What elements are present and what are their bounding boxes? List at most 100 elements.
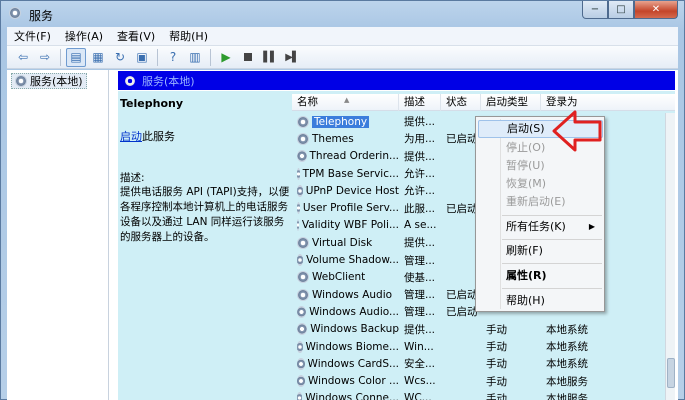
gear-icon — [297, 150, 307, 163]
service-name-cell: Windows Biome... — [292, 340, 399, 353]
toolbar-separator — [210, 48, 211, 66]
menu-item-resume: 恢复(M) — [506, 177, 547, 190]
menu-action[interactable]: 操作(A) — [58, 27, 110, 46]
gear-icon — [297, 115, 309, 128]
properties-icon[interactable]: ▦ — [88, 48, 108, 67]
vertical-scrollbar[interactable] — [665, 113, 675, 400]
banner-title: 服务(本地) — [142, 74, 195, 88]
gear-icon — [297, 323, 308, 336]
service-name-cell: Windows Audio... — [292, 305, 399, 318]
table-row[interactable]: Windows Color ... Wcs... 手动 本地服务 — [292, 372, 675, 389]
gear-icon — [297, 219, 299, 232]
start-service-line: 启动此服务 — [120, 128, 290, 144]
service-startup-cell: 手动 — [486, 358, 507, 371]
service-desc-cell: 提供... — [404, 116, 436, 129]
menu-separator — [502, 215, 602, 216]
table-row[interactable]: Windows Backup 提供... 手动 本地系统 — [292, 321, 675, 338]
service-name-cell: Windows Color ... — [292, 375, 399, 388]
service-name-cell: Volume Shadow... — [292, 254, 399, 267]
menu-view[interactable]: 查看(V) — [110, 27, 162, 46]
table-row[interactable]: Windows CardS... 安全... 手动 本地系统 — [292, 355, 675, 372]
pause-service-icon[interactable]: ▌▌ — [260, 48, 280, 67]
refresh-icon[interactable]: ↻ — [110, 48, 130, 67]
gear-icon — [297, 202, 300, 215]
service-startup-cell: 手动 — [486, 375, 507, 388]
gear-icon — [297, 167, 300, 180]
table-row[interactable]: Windows Biome... Win... 手动 本地系统 — [292, 338, 675, 355]
service-logon-cell: 本地系统 — [546, 358, 588, 371]
menu-item-all-tasks[interactable]: 所有任务(K) ▶ — [478, 218, 603, 236]
column-header-name[interactable]: 名称 ▲ — [292, 94, 399, 111]
menu-help[interactable]: 帮助(H) — [162, 27, 215, 46]
minimize-button[interactable]: − — [582, 1, 608, 19]
gear-icon — [297, 340, 303, 353]
stop-service-icon[interactable] — [238, 48, 258, 67]
service-startup-cell: 手动 — [486, 323, 507, 336]
console-tree: 服务(本地) — [7, 70, 109, 400]
gear-icon — [297, 271, 309, 284]
start-service-link[interactable]: 启动 — [120, 130, 142, 143]
annotation-arrow-icon — [552, 110, 602, 152]
service-startup-cell: 手动 — [486, 341, 507, 353]
restart-service-icon[interactable]: ▶▌ — [282, 48, 302, 67]
table-row[interactable]: Windows Conne... WC... 手动 本地服务 — [292, 390, 675, 400]
description-label: 描述: — [120, 172, 145, 184]
service-desc-cell: WC... — [404, 392, 432, 400]
column-header-description[interactable]: 描述 — [399, 94, 441, 111]
menu-item-pause: 暂停(U) — [506, 159, 545, 172]
maximize-button[interactable]: □ — [608, 1, 634, 19]
service-desc-cell: 提供... — [404, 323, 436, 336]
service-desc-cell: 此服... — [404, 202, 436, 215]
gear-icon — [297, 305, 307, 318]
service-name-cell: Thread Orderin... — [292, 150, 399, 163]
service-name-cell: TPM Base Servic... — [292, 167, 399, 180]
tree-item-services-local[interactable]: 服务(本地) — [11, 73, 87, 89]
service-desc-cell: 提供... — [404, 237, 436, 250]
description-text: 提供电话服务 API (TAPI)支持，以便各程序控制本地计算机上的电话服务设备… — [120, 186, 290, 243]
gear-icon — [297, 236, 309, 249]
toolbar-separator — [60, 48, 61, 66]
start-service-suffix: 此服务 — [142, 130, 175, 143]
service-description-panel: Telephony 启动此服务 描述: 提供电话服务 API (TAPI)支持，… — [118, 91, 292, 400]
menu-item-refresh[interactable]: 刷新(F) — [478, 242, 603, 260]
service-name-cell: Themes — [292, 132, 399, 145]
menu-file[interactable]: 文件(F) — [7, 27, 58, 46]
service-name-cell: UPnP Device Host — [292, 184, 399, 197]
menu-item-help[interactable]: 帮助(H) — [478, 292, 603, 310]
service-startup-cell: 手动 — [486, 392, 507, 400]
service-desc-cell: 为用... — [404, 133, 436, 146]
start-service-icon[interactable]: ▶ — [216, 48, 236, 67]
service-desc-cell: 管理... — [404, 289, 436, 302]
export-list-icon[interactable]: ▣ — [132, 48, 152, 67]
services-app-icon — [9, 7, 21, 19]
toolbar: ⇦ ⇨ ▤ ▦ ↻ ▣ ? ▥ ▶ ▌▌ ▶▌ — [7, 46, 678, 69]
gear-icon — [297, 288, 309, 301]
column-header-status[interactable]: 状态 — [441, 94, 481, 111]
service-logon-cell: 本地系统 — [546, 341, 588, 353]
show-hide-tree-icon[interactable]: ▤ — [66, 47, 86, 67]
service-name-cell: User Profile Serv... — [292, 202, 399, 215]
back-arrow-icon[interactable]: ⇦ — [13, 48, 33, 67]
menu-separator — [502, 239, 602, 240]
service-name-cell: Telephony — [292, 115, 399, 128]
service-name-cell: Virtual Disk — [292, 236, 399, 249]
close-button[interactable]: ✕ — [634, 1, 678, 19]
menu-separator — [502, 263, 602, 264]
menu-item-properties[interactable]: 属性(R) — [478, 267, 603, 285]
menu-bar: 文件(F) 操作(A) 查看(V) 帮助(H) — [7, 27, 678, 46]
service-desc-cell: 安全... — [404, 358, 436, 371]
services-window: 服务 − □ ✕ 文件(F) 操作(A) 查看(V) 帮助(H) ⇦ ⇨ ▤ ▦… — [0, 0, 685, 400]
column-header-startup-type[interactable]: 启动类型 — [481, 94, 541, 111]
menu-item-restart: 重新启动(E) — [506, 195, 566, 208]
gear-icon — [297, 184, 303, 197]
title-bar[interactable]: 服务 − □ ✕ — [1, 1, 684, 27]
scrollbar-thumb[interactable] — [667, 358, 675, 388]
service-desc-cell: Wcs... — [404, 375, 436, 388]
service-name: Telephony — [120, 97, 183, 110]
menu-separator — [502, 288, 602, 289]
help-icon[interactable]: ? — [163, 48, 183, 67]
service-name-cell: Validity WBF Poli... — [292, 219, 399, 232]
forward-arrow-icon[interactable]: ⇨ — [35, 48, 55, 67]
service-desc-cell: 允许... — [404, 185, 436, 198]
console-icon[interactable]: ▥ — [185, 48, 205, 67]
